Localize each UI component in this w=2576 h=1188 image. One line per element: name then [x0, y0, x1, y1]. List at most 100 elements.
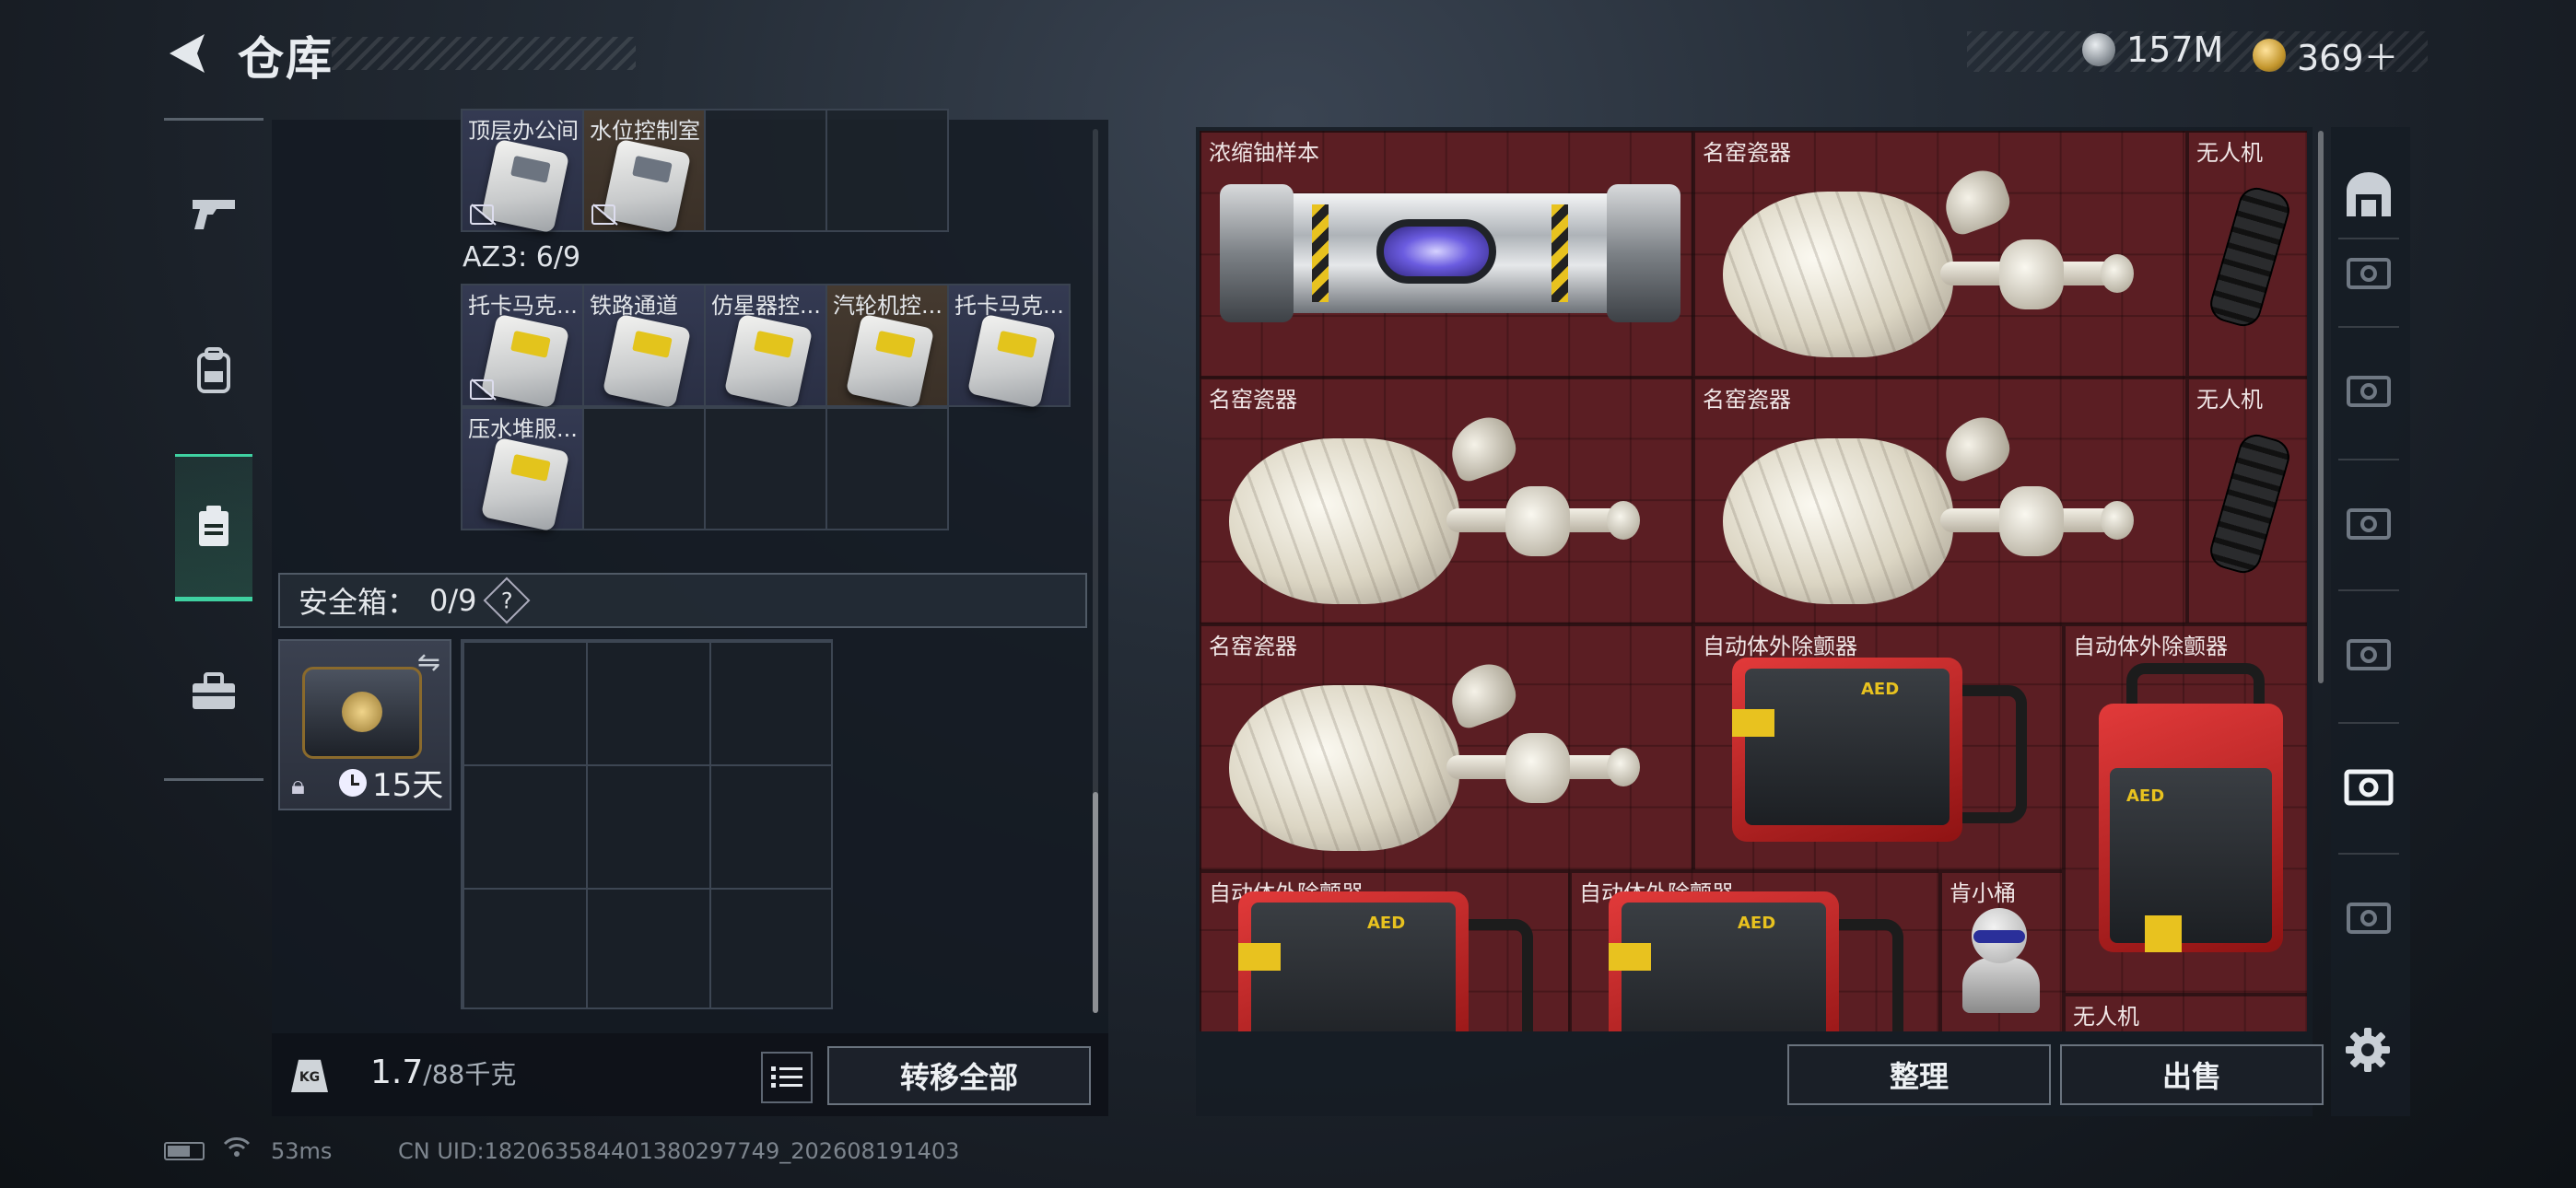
storage-item-aed[interactable]: 自动体外除颤器 AED: [2064, 624, 2307, 995]
item-name: 托卡马克...: [954, 293, 1064, 319]
currency-gold[interactable]: 369＋: [2253, 29, 2399, 80]
item-name: 铁路通道: [590, 293, 678, 319]
safe-box-grid[interactable]: [461, 639, 833, 1009]
storage-item-drone[interactable]: 无人机: [2064, 995, 2307, 1031]
storage-tab-3[interactable]: [2336, 365, 2401, 420]
category-tools[interactable]: [175, 646, 252, 738]
currency-gold-value: 369＋: [2297, 38, 2399, 78]
item-name: 自动体外除颤器: [1703, 634, 1857, 659]
item-name: 水位控制室: [590, 118, 700, 144]
storage-tab-2[interactable]: [2336, 247, 2401, 302]
storage-item-uranium[interactable]: 浓缩铀样本: [1200, 131, 1693, 378]
category-containers[interactable]: [175, 454, 252, 601]
storage-tab-icon: [2347, 508, 2391, 540]
inventory-slot[interactable]: 汽轮机控...: [825, 284, 949, 409]
warehouse-icon: [2347, 172, 2391, 216]
inventory-slot[interactable]: 水位控制室: [582, 109, 706, 234]
az3-row-2: 压水堆服...: [461, 407, 949, 532]
item-name: 压水堆服...: [468, 416, 578, 442]
category-weapons[interactable]: [175, 167, 252, 259]
storage-grid: 浓缩铀样本 名窑瓷器 无人机 名窑瓷器 名窑瓷器 无人机 名窑瓷器 自动体外除颤…: [1200, 131, 2307, 1031]
inventory-slot[interactable]: 压水堆服...: [461, 407, 584, 532]
currency-silver: 157M: [2082, 29, 2223, 70]
storage-item-porcelain[interactable]: 名窑瓷器: [1693, 131, 2187, 378]
settings-button[interactable]: [2340, 1022, 2395, 1077]
user-uid: CN UID:1820635844013802977​49_2026081914…: [398, 1138, 960, 1164]
keycard-icon: [602, 138, 692, 234]
clock-icon: [339, 768, 367, 797]
item-name: 自动体外除颤器: [2073, 634, 2228, 659]
safe-box-item[interactable]: ⇋ 🔒︎ 15天: [278, 639, 451, 810]
back-arrow-icon: [170, 34, 205, 73]
storage-item-drone[interactable]: 无人机: [2187, 378, 2307, 624]
storage-tab-all[interactable]: [2336, 168, 2401, 223]
transfer-all-button[interactable]: 转移全部: [827, 1046, 1091, 1105]
gold-coin-icon: [2253, 38, 2286, 72]
storage-item-figure[interactable]: 肯小桶: [1940, 871, 2064, 1031]
storage-tab-4[interactable]: [2336, 497, 2401, 553]
inventory-slot-empty[interactable]: [825, 109, 949, 232]
item-name: 浓缩铀样本: [1209, 140, 1319, 166]
item-name: 托卡马克...: [468, 293, 578, 319]
item-name: 名窑瓷器: [1703, 387, 1791, 413]
sell-button[interactable]: 出售: [2060, 1044, 2324, 1105]
storage-item-aed[interactable]: 自动体外除颤器 AED: [1693, 624, 2064, 871]
storage-item-porcelain[interactable]: 名窑瓷器: [1693, 378, 2187, 624]
item-name: 肯小桶: [1950, 880, 2016, 906]
help-icon[interactable]: ?: [483, 577, 530, 624]
category-gear[interactable]: [175, 325, 252, 417]
inventory-slot[interactable]: 铁路通道: [582, 284, 706, 409]
drone-icon: [2206, 430, 2294, 577]
weight-readout: 1.7/88千克: [370, 1054, 516, 1091]
keycard-icon: [845, 313, 935, 409]
storage-item-drone[interactable]: 无人机: [2187, 131, 2307, 378]
az3-row-1: 托卡马克... 铁路通道 仿星器控... 汽轮机控... 托卡马克...: [461, 284, 1071, 409]
inventory-slot-empty[interactable]: [704, 407, 827, 530]
lock-icon: 🔒︎: [291, 770, 305, 800]
keycard-icon: [480, 437, 570, 532]
inventory-slot[interactable]: 托卡马克...: [461, 284, 584, 409]
storage-tab-5[interactable]: [2336, 628, 2401, 683]
backpack-icon: [197, 347, 230, 393]
no-power-icon: [470, 379, 494, 400]
storage-item-aed[interactable]: 自动体外除颤器 AED: [1200, 871, 1570, 1031]
weight-current: 1.7: [370, 1054, 424, 1091]
keycard-icon: [480, 313, 570, 409]
inventory-slot-empty[interactable]: [704, 109, 827, 232]
item-name: 无人机: [2196, 387, 2263, 413]
keycard-icon: [723, 313, 814, 409]
gear-icon: [2346, 1028, 2390, 1072]
inventory-slot[interactable]: 顶层办公间: [461, 109, 584, 234]
currency-silver-value: 157M: [2126, 29, 2224, 70]
page-title: 仓库: [238, 32, 334, 86]
safe-box-header: 安全箱： 0/9 ?: [278, 573, 1087, 628]
sort-button[interactable]: 整理: [1787, 1044, 2051, 1105]
list-view-button[interactable]: [761, 1052, 813, 1103]
inventory-slot-empty[interactable]: [582, 407, 706, 530]
keycard-icon: [602, 313, 692, 409]
item-name: 无人机: [2196, 140, 2263, 166]
storage-tab-6-active[interactable]: [2336, 761, 2401, 816]
inventory-slot[interactable]: 托卡马克...: [947, 284, 1071, 409]
back-button[interactable]: [157, 26, 221, 81]
category-sidebar: [164, 118, 263, 781]
storage-tab-icon: [2347, 639, 2391, 670]
storage-tab-7[interactable]: [2336, 891, 2401, 947]
storage-item-porcelain[interactable]: 名窑瓷器: [1200, 624, 1693, 871]
keycard-icon: [966, 313, 1057, 409]
keycard-icon: [480, 138, 570, 234]
container-icon: [199, 506, 228, 546]
item-name: 无人机: [2073, 1004, 2139, 1030]
storage-scrollbar[interactable]: [2318, 131, 2324, 683]
storage-tab-icon: [2347, 903, 2391, 934]
inventory-slot[interactable]: 仿星器控...: [704, 284, 827, 409]
no-power-icon: [470, 204, 494, 225]
safe-box-label: 安全箱：: [299, 585, 417, 620]
safe-case-icon: [302, 667, 422, 759]
inventory-slot-empty[interactable]: [825, 407, 949, 530]
storage-item-aed[interactable]: 自动体外除颤器 AED: [1570, 871, 1940, 1031]
inventory-scroll-thumb[interactable]: [1093, 792, 1098, 1013]
storage-item-porcelain[interactable]: 名窑瓷器: [1200, 378, 1693, 624]
safe-box-count: 0/9: [429, 583, 477, 618]
list-icon: [771, 1066, 802, 1088]
